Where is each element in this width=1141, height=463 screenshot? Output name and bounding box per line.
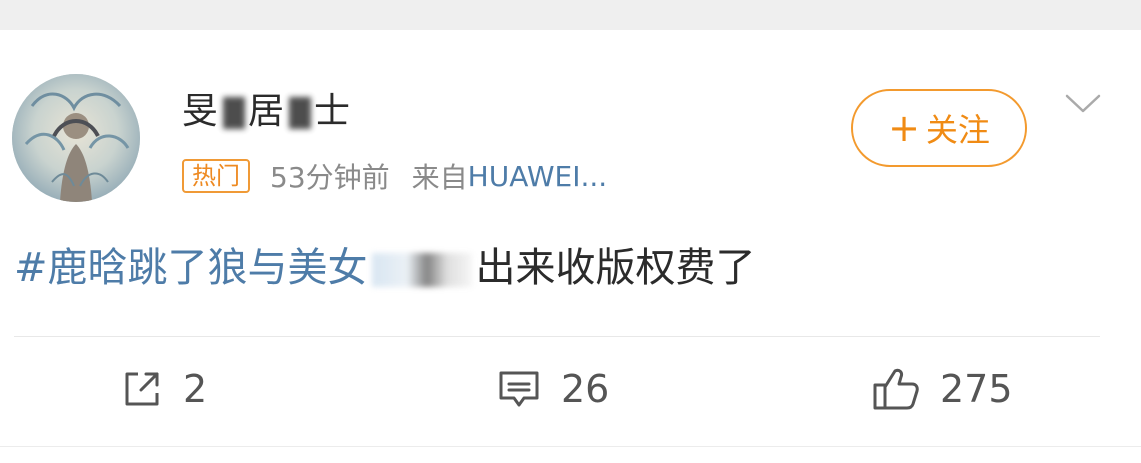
source-device-link[interactable]: HUAWEI... — [468, 160, 608, 193]
weibo-post-card: 旻居士 热门 53分钟前 来自 HUAWEI... + 关注 #鹿晗跳了狼与美女… — [0, 0, 1141, 463]
topic-link[interactable]: #鹿晗跳了狼与美女 — [14, 245, 368, 291]
content-redaction — [371, 253, 472, 287]
post-meta: 热门 53分钟前 来自 HUAWEI... — [182, 156, 607, 196]
content-divider — [14, 336, 1100, 337]
repost-count: 2 — [183, 367, 208, 411]
post-content: #鹿晗跳了狼与美女 出来收版权费了 — [14, 242, 756, 294]
plus-icon: + — [888, 106, 920, 150]
repost-button[interactable]: 2 — [121, 364, 207, 414]
comment-button[interactable]: 26 — [497, 364, 609, 414]
avatar-image — [12, 74, 140, 202]
username-redaction-1 — [223, 97, 246, 129]
avatar[interactable] — [12, 74, 140, 202]
comment-icon — [499, 371, 539, 407]
repost-icon — [125, 372, 159, 406]
like-icon — [873, 368, 919, 410]
top-separator — [0, 0, 1141, 30]
username-redaction-2 — [289, 97, 312, 129]
hot-badge: 热门 — [182, 159, 250, 193]
follow-label: 关注 — [925, 111, 990, 149]
follow-button[interactable]: + 关注 — [851, 89, 1027, 167]
chevron-down-icon[interactable] — [1064, 92, 1102, 116]
username-part-2: 居 — [248, 91, 287, 132]
source-prefix: 来自 — [411, 161, 468, 194]
username[interactable]: 旻居士 — [182, 90, 352, 134]
bottom-divider — [0, 446, 1141, 447]
username-part-3: 士 — [314, 91, 353, 132]
post-text-rest: 出来收版权费了 — [475, 245, 756, 291]
like-count: 275 — [940, 367, 1013, 411]
username-part-1: 旻 — [182, 91, 221, 132]
like-button[interactable]: 275 — [872, 364, 1013, 414]
post-time: 53分钟前 — [270, 161, 390, 194]
comment-count: 26 — [561, 367, 610, 411]
